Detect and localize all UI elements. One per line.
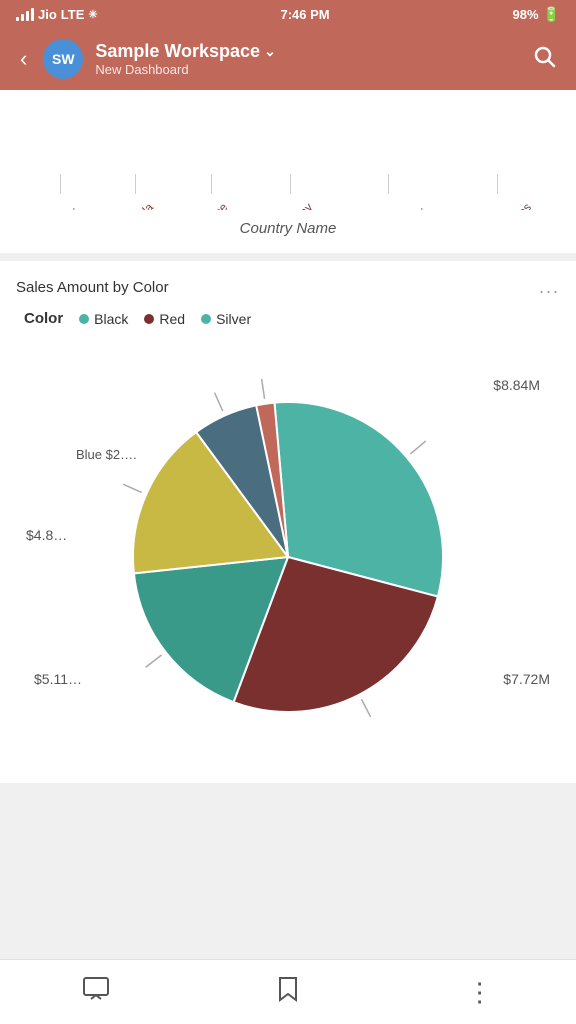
legend-red-dot xyxy=(144,314,154,324)
network-label: LTE xyxy=(61,7,85,22)
legend-silver-label: Silver xyxy=(216,311,251,327)
label-blue: Blue $2…. xyxy=(76,447,137,462)
workspace-title[interactable]: Sample Workspace ⌄ xyxy=(95,41,516,62)
back-button[interactable]: ‹ xyxy=(16,42,31,76)
country-canada: Canada xyxy=(114,174,156,210)
legend-title: Color xyxy=(24,310,63,327)
pie-chart-section: Sales Amount by Color ... Color Black Re… xyxy=(0,261,576,783)
lte-icon: ✳ xyxy=(88,8,97,21)
more-options-button[interactable]: ... xyxy=(539,277,560,298)
pie-chart-svg-main xyxy=(88,357,488,757)
time-label: 7:46 PM xyxy=(281,7,330,22)
country-us: United States xyxy=(462,174,534,210)
bottom-nav: ⋮ xyxy=(0,959,576,1024)
chart-title-row: Sales Amount by Color ... xyxy=(16,277,560,298)
app-header: ‹ SW Sample Workspace ⌄ New Dashboard xyxy=(0,28,576,90)
legend-black: Black xyxy=(79,311,128,327)
chevron-down-icon: ⌄ xyxy=(264,43,276,60)
legend-black-dot xyxy=(79,314,89,324)
legend-black-label: Black xyxy=(94,311,128,327)
bar-chart-labels: Aust… Canada France Germany United King…… xyxy=(16,100,560,210)
comment-button[interactable] xyxy=(63,973,129,1011)
label-7.72m: $7.72M xyxy=(503,671,550,687)
more-menu-button[interactable]: ⋮ xyxy=(447,975,513,1009)
legend-red: Red xyxy=(144,311,185,327)
country-germany: Germany xyxy=(266,174,315,210)
chart-title: Sales Amount by Color xyxy=(16,279,169,296)
label-4.8: $4.8… xyxy=(26,527,67,543)
carrier-label: Jio xyxy=(38,7,57,22)
status-right: 98% 🔋 xyxy=(513,6,560,23)
battery-label: 98% xyxy=(513,7,539,22)
label-5.11: $5.11… xyxy=(34,671,82,687)
battery-icon: 🔋 xyxy=(543,6,560,23)
label-8.84m: $8.84M xyxy=(493,377,540,393)
legend-silver-dot xyxy=(201,314,211,324)
workspace-name-label: Sample Workspace xyxy=(95,41,260,62)
legend-red-label: Red xyxy=(159,311,185,327)
country-france: France xyxy=(193,174,230,210)
bar-chart-section: Aust… Canada France Germany United King…… xyxy=(0,90,576,253)
dashboard-subtitle: New Dashboard xyxy=(95,62,516,77)
chart-legend: Color Black Red Silver xyxy=(16,310,560,327)
avatar: SW xyxy=(43,39,83,79)
pie-chart-container: $8.84M $7.72M $5.11… $4.8… Blue $2…. xyxy=(16,347,560,767)
signal-bars xyxy=(16,7,34,21)
bookmark-button[interactable] xyxy=(256,972,320,1012)
status-left: Jio LTE ✳ xyxy=(16,7,98,22)
header-text: Sample Workspace ⌄ New Dashboard xyxy=(95,41,516,77)
country-aust: Aust… xyxy=(42,174,78,210)
x-axis-label: Country Name xyxy=(16,210,560,237)
status-bar: Jio LTE ✳ 7:46 PM 98% 🔋 xyxy=(0,0,576,28)
legend-silver: Silver xyxy=(201,311,251,327)
search-button[interactable] xyxy=(528,40,560,78)
country-uk: United King… xyxy=(352,174,426,210)
